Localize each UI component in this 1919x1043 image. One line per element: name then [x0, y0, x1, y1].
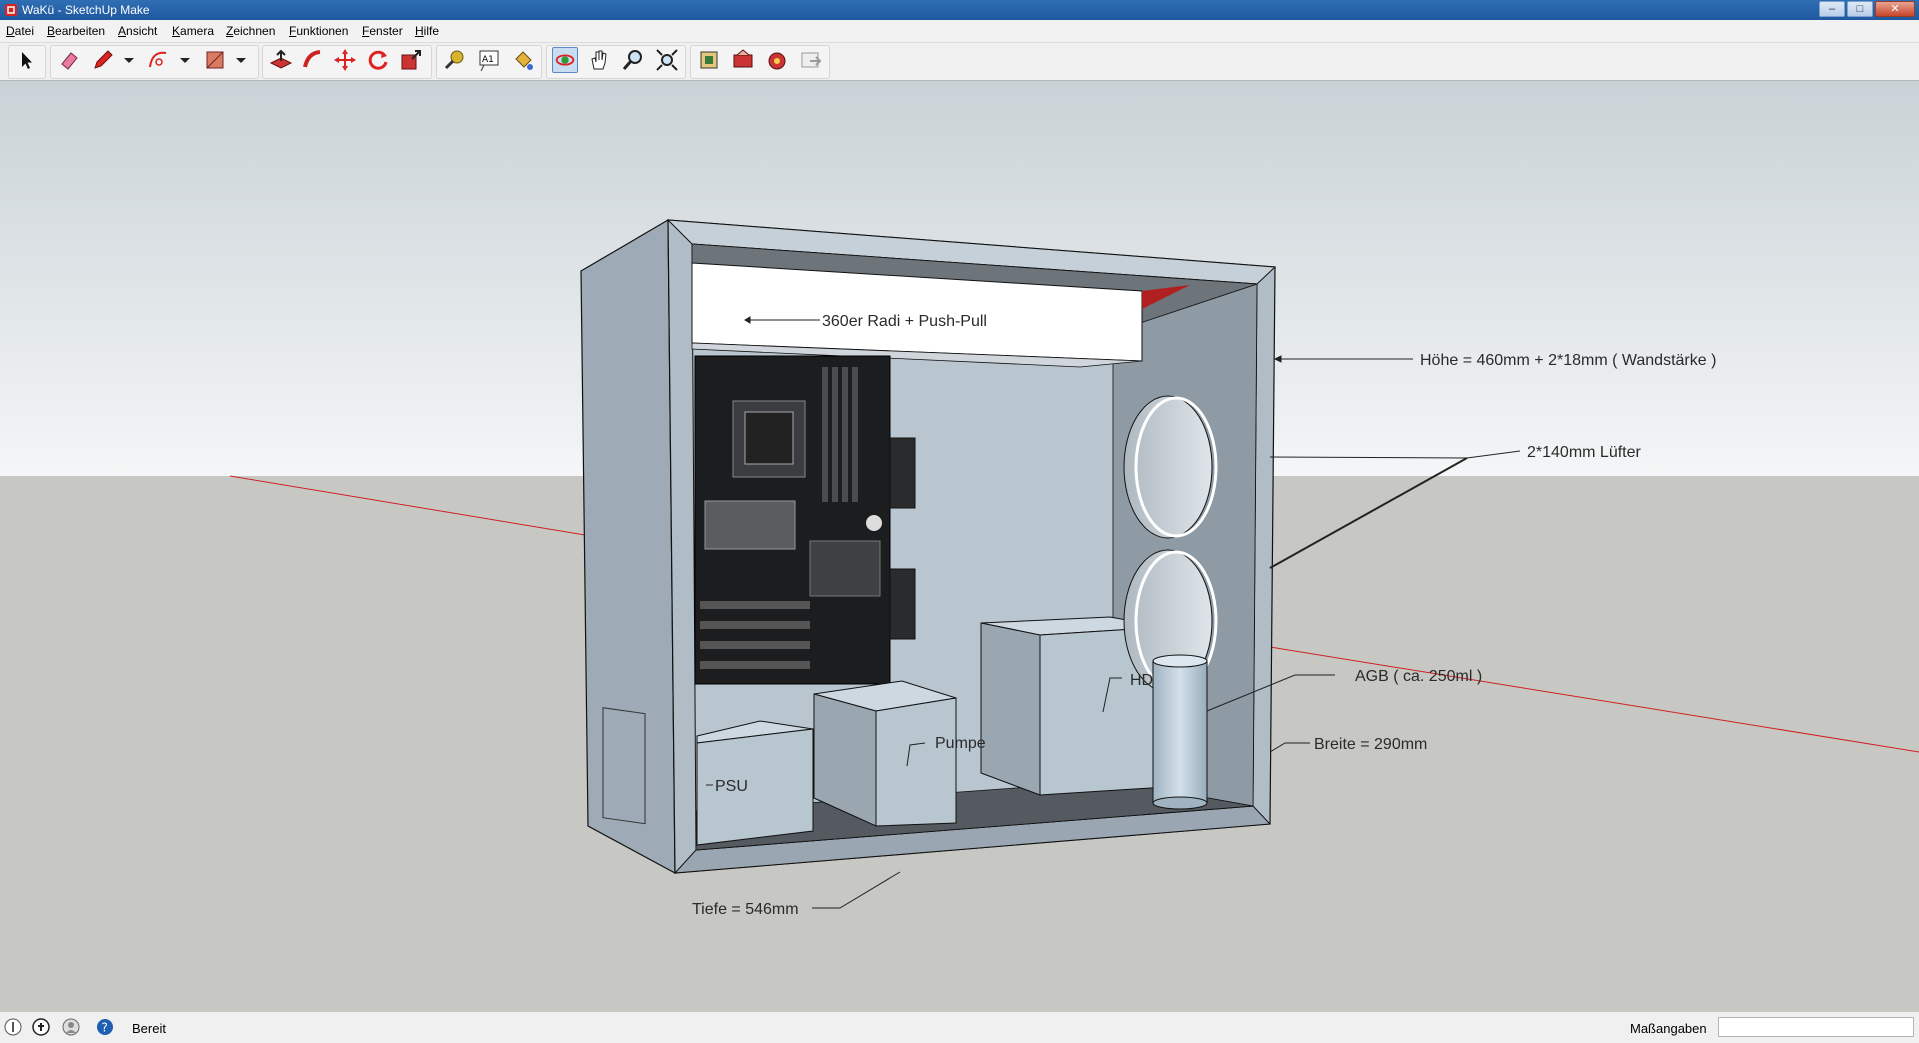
- menu-bearbeiten[interactable]: Bearbeiten: [47, 24, 105, 38]
- follow-me-tool-icon[interactable]: [300, 47, 326, 73]
- menu-datei[interactable]: Datei: [6, 24, 34, 38]
- sketchup-logo-icon: [5, 4, 17, 16]
- menu-ansicht[interactable]: Ansicht: [118, 24, 157, 38]
- eraser-tool-icon[interactable]: [56, 47, 82, 73]
- arc-dropdown-chevron-icon[interactable]: [172, 47, 198, 73]
- maximize-button[interactable]: □: [1847, 1, 1873, 17]
- hdd-label: HD: [1130, 672, 1153, 689]
- measurements-input[interactable]: [1718, 1017, 1914, 1037]
- menu-kamera[interactable]: Kamera: [172, 24, 214, 38]
- rectangle-tool-icon[interactable]: [202, 47, 228, 73]
- reservoir-top: [1152, 654, 1208, 668]
- zoom-tool-icon[interactable]: [620, 47, 646, 73]
- height-dimension-label: Höhe = 460mm + 2*18mm ( Wandstärke ): [1420, 352, 1716, 369]
- pump-label: Pumpe: [935, 735, 986, 752]
- window-controls: – □ ✕: [1819, 1, 1915, 17]
- window-title: WaKü - SketchUp Make: [22, 3, 150, 17]
- measurements-label: Maßangaben: [1630, 1021, 1707, 1036]
- title-bar: WaKü - SketchUp Make – □ ✕: [0, 0, 1919, 20]
- menu-hilfe[interactable]: Hilfe: [415, 24, 439, 38]
- fans-label: 2*140mm Lüfter: [1527, 444, 1642, 461]
- width-dimension-label: Breite = 290mm: [1314, 736, 1427, 753]
- case-outer-side-left: [580, 218, 676, 875]
- reservoir-label: AGB ( ca. 250ml ): [1355, 668, 1482, 685]
- paint-bucket-tool-icon[interactable]: [510, 47, 536, 73]
- main-toolbar: A1: [0, 43, 1919, 81]
- user-account-icon[interactable]: [62, 1018, 80, 1036]
- hdd-left: [980, 622, 1041, 796]
- status-bar: ? Bereit Maßangaben: [0, 1011, 1919, 1043]
- pencil-tool-icon[interactable]: [90, 47, 116, 73]
- select-tool-icon[interactable]: [13, 47, 39, 73]
- pan-tool-icon[interactable]: [586, 47, 612, 73]
- svg-text:A1: A1: [482, 55, 494, 65]
- motherboard: [694, 355, 916, 685]
- radiator-label: 360er Radi + Push-Pull: [822, 313, 987, 330]
- reservoir-body: [1152, 660, 1208, 804]
- orbit-tool-icon[interactable]: [552, 47, 578, 73]
- send-to-layout-tool-icon[interactable]: [798, 47, 824, 73]
- push-pull-tool-icon[interactable]: [268, 47, 294, 73]
- extension-warehouse-tool-icon[interactable]: [764, 47, 790, 73]
- text-tool-icon[interactable]: A1: [476, 47, 502, 73]
- rotate-tool-icon[interactable]: [365, 47, 391, 73]
- scale-tool-icon[interactable]: [398, 47, 424, 73]
- menu-fenster[interactable]: Fenster: [362, 24, 403, 38]
- menu-bar: Datei Bearbeiten Ansicht Kamera Zeichnen…: [0, 20, 1919, 43]
- reservoir-bottom: [1152, 796, 1208, 810]
- menu-zeichnen[interactable]: Zeichnen: [226, 24, 275, 38]
- move-tool-icon[interactable]: [332, 47, 358, 73]
- share-model-tool-icon[interactable]: [730, 47, 756, 73]
- model-viewport[interactable]: 360er Radi + Push-Pull Höhe = 460mm + 2*…: [0, 81, 1919, 1011]
- help-icon[interactable]: ?: [96, 1018, 114, 1036]
- close-button[interactable]: ✕: [1875, 1, 1915, 17]
- tape-measure-tool-icon[interactable]: [442, 47, 468, 73]
- zoom-extents-tool-icon[interactable]: [654, 47, 680, 73]
- pencil-dropdown-chevron-icon[interactable]: [116, 47, 142, 73]
- credits-icon[interactable]: [32, 1018, 50, 1036]
- svg-text:?: ?: [102, 1021, 108, 1035]
- arc-tool-icon[interactable]: [146, 47, 172, 73]
- minimize-button[interactable]: –: [1819, 1, 1845, 17]
- psu-label: PSU: [715, 778, 748, 795]
- status-message: Bereit: [132, 1021, 166, 1036]
- geo-location-icon[interactable]: [4, 1018, 22, 1036]
- pump-front: [875, 697, 957, 827]
- depth-dimension-label: Tiefe = 546mm: [692, 901, 799, 918]
- 3d-warehouse-tool-icon[interactable]: [696, 47, 722, 73]
- menu-funktionen[interactable]: Funktionen: [289, 24, 348, 38]
- rectangle-dropdown-chevron-icon[interactable]: [228, 47, 254, 73]
